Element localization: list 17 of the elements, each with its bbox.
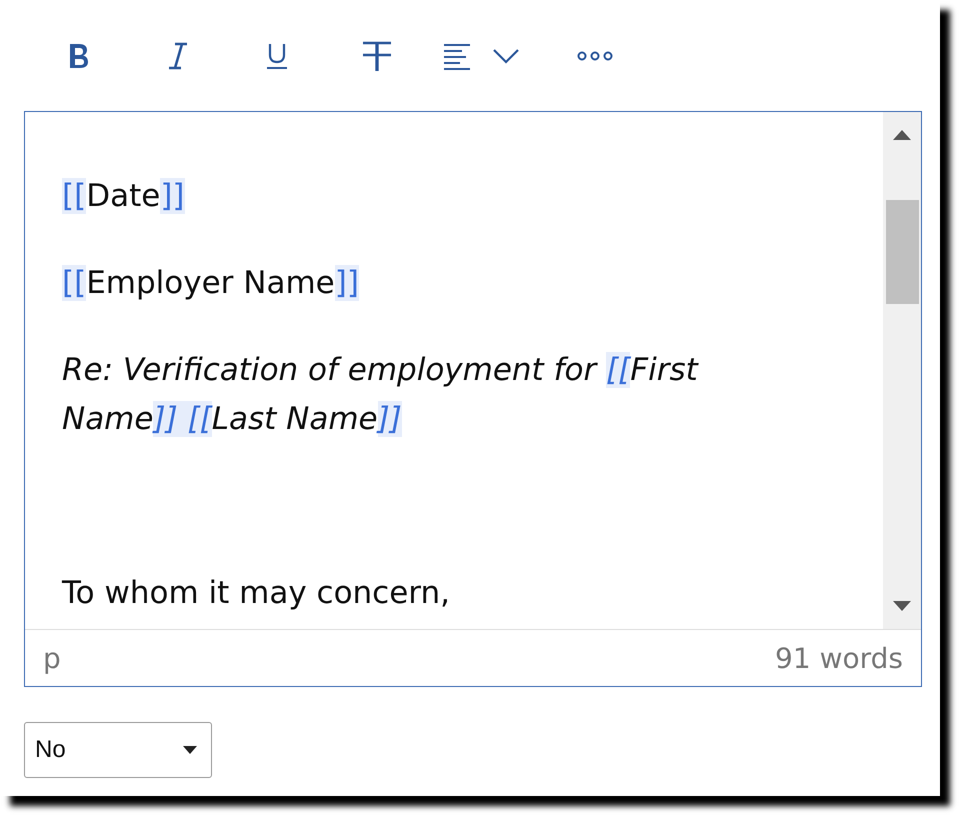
chevron-down-icon xyxy=(492,48,520,64)
scrollbar[interactable] xyxy=(883,112,921,629)
italic-icon xyxy=(166,40,190,70)
element-path: p xyxy=(43,642,61,674)
paragraph: Re: Verification of employment for [[First Name]] [[Last Name]] xyxy=(62,351,700,439)
scrollbar-thumb[interactable] xyxy=(886,200,918,304)
paragraph: [[Date]] xyxy=(62,177,186,216)
text-editor[interactable]: [[Date]] [[Employer Name]] Re: Verification of employment for [[First Name]] [[Last Name]] To whom it may concern, p 91 words xyxy=(24,111,922,687)
paragraph: [[Employer Name]] xyxy=(62,264,360,303)
scroll-up-icon[interactable] xyxy=(893,130,911,140)
scroll-down-icon[interactable] xyxy=(893,601,911,611)
dropdown[interactable]: No xyxy=(24,722,212,778)
more-icon xyxy=(576,50,614,62)
paragraph: To whom it may concern, xyxy=(62,574,451,613)
caret-icon xyxy=(183,746,197,754)
word-count: 91 words xyxy=(775,642,903,674)
strikethrough-icon xyxy=(360,40,394,72)
